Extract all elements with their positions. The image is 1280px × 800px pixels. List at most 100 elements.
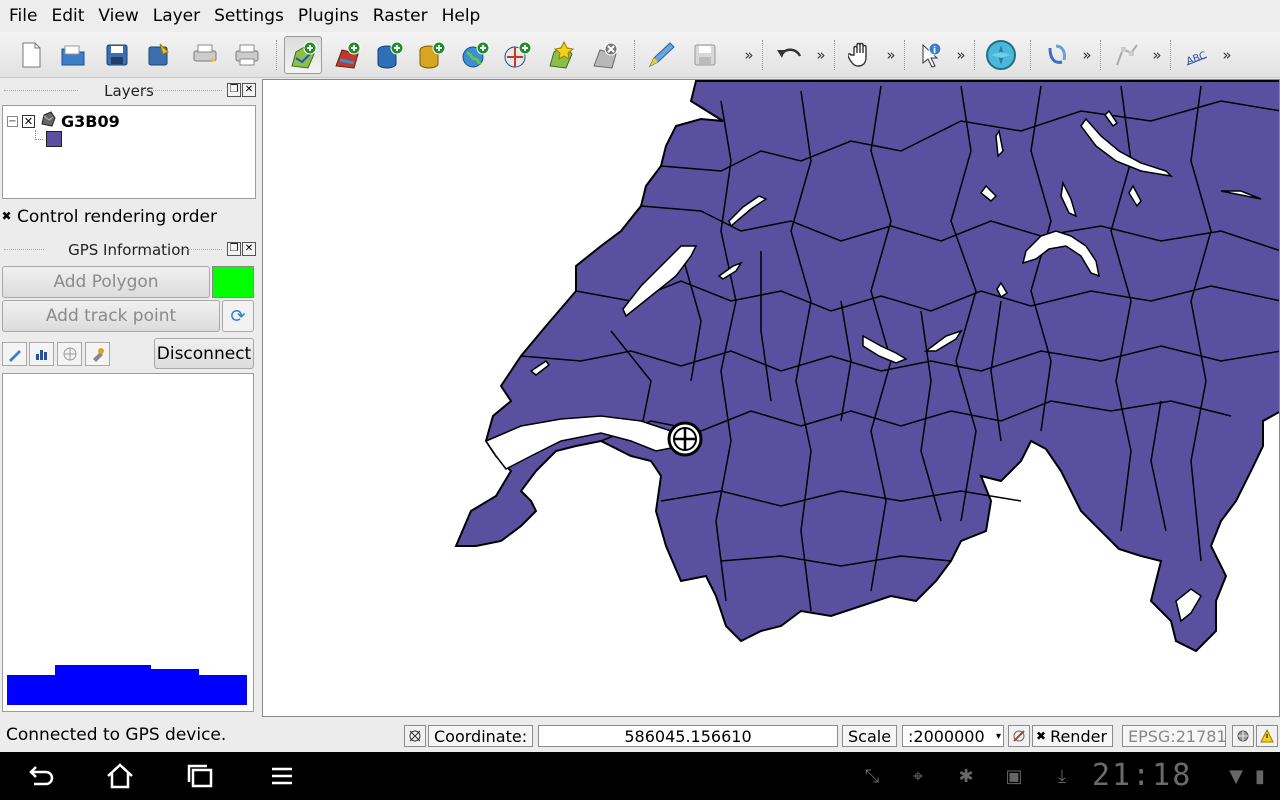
add-polygon-button[interactable]: Add Polygon (2, 266, 210, 298)
node-tool-icon[interactable] (1108, 36, 1146, 74)
control-rendering-order[interactable]: ✖ Control rendering order (0, 207, 217, 227)
python-console-icon[interactable] (1038, 36, 1076, 74)
pan-hand-icon[interactable] (842, 36, 880, 74)
toolbar-separator (1100, 40, 1102, 70)
chevron-down-icon[interactable]: ▾ (996, 731, 1001, 742)
disconnect-button[interactable]: Disconnect (154, 338, 254, 369)
gps-status-icon: ⌖ (912, 765, 924, 787)
collapse-icon[interactable]: − (7, 115, 18, 127)
gps-signal-tab-icon[interactable] (29, 342, 54, 366)
dock-grip (180, 249, 222, 251)
notification-icon: ▣ (1005, 765, 1023, 787)
crs-indicator[interactable]: EPSG:21781 (1122, 725, 1227, 747)
menu-layer[interactable]: Layer (146, 0, 207, 32)
print-icon[interactable] (228, 36, 266, 74)
toolbar-separator (904, 40, 906, 70)
toolbar-more-icon[interactable]: » (1080, 40, 1094, 70)
signal-bar (7, 675, 55, 705)
menu-raster[interactable]: Raster (366, 0, 435, 32)
dock-buttons: ❐ ✕ (227, 242, 256, 256)
close-dock-icon[interactable]: ✕ (242, 242, 256, 256)
render-label: Render (1050, 726, 1108, 746)
labeling-icon[interactable]: ABC (1178, 36, 1216, 74)
remove-layer-icon[interactable] (586, 36, 624, 74)
dock-grip (142, 90, 222, 92)
float-dock-icon[interactable]: ❐ (227, 242, 241, 256)
menu-help[interactable]: Help (435, 0, 488, 32)
toolbar-more-icon[interactable]: » (814, 40, 828, 70)
dock-grip (4, 249, 44, 251)
stop-rendering-icon[interactable] (1008, 725, 1030, 747)
print-composer-icon[interactable] (186, 36, 224, 74)
float-dock-icon[interactable]: ❐ (227, 83, 241, 97)
back-icon[interactable] (20, 760, 60, 792)
undo-icon[interactable] (770, 36, 808, 74)
map-canvas[interactable] (262, 79, 1280, 717)
new-project-icon[interactable] (12, 36, 50, 74)
signal-bar (151, 669, 199, 705)
layers-tree[interactable]: − ✕ G3B09 (2, 105, 256, 199)
toolbar-more-icon[interactable]: » (1220, 40, 1234, 70)
gps-position-tab-icon[interactable] (2, 342, 27, 366)
signal-bar (55, 665, 151, 705)
usb-debug-icon: ✱ (958, 765, 974, 787)
toolbar-more-icon[interactable]: » (954, 40, 968, 70)
warning-icon[interactable] (1256, 725, 1278, 747)
toolbar-separator (1170, 40, 1172, 70)
menu-settings[interactable]: Settings (207, 0, 291, 32)
add-wms-layer-icon[interactable] (456, 36, 494, 74)
home-icon[interactable] (100, 760, 140, 792)
toggle-editing-icon[interactable] (642, 36, 680, 74)
add-postgis-layer-icon[interactable] (370, 36, 408, 74)
recent-apps-icon[interactable] (180, 760, 220, 792)
layer-row[interactable]: − ✕ G3B09 (7, 110, 120, 132)
add-raster-layer-icon[interactable] (328, 36, 366, 74)
dock-buttons: ❐ ✕ (227, 83, 256, 97)
gps-dock-title: GPS Information ❐ ✕ (0, 239, 258, 261)
coordinate-field[interactable]: 586045.156610 (538, 725, 838, 747)
fullscreen-icon: ⤡ (864, 765, 880, 787)
add-track-point-button[interactable]: Add track point (2, 300, 220, 332)
status-message: Connected to GPS device. (6, 725, 227, 745)
layer-visibility-checkbox[interactable]: ✕ (22, 114, 35, 128)
left-dock-panel: Layers ❐ ✕ − ✕ G3B09 ✖ Control rendering… (0, 79, 260, 716)
toolbar-more-icon[interactable]: » (742, 40, 756, 70)
refresh-icon[interactable]: ⟳ (222, 300, 254, 332)
control-rendering-checkbox[interactable]: ✖ (0, 210, 13, 224)
add-wfs-layer-icon[interactable] (498, 36, 536, 74)
gps-compass-icon[interactable] (982, 36, 1020, 74)
save-project-icon[interactable] (98, 36, 136, 74)
menu-bar: File Edit View Layer Settings Plugins Ra… (0, 0, 1280, 32)
toolbar-more-icon[interactable]: » (884, 40, 898, 70)
menu-icon[interactable] (262, 760, 302, 792)
identify-features-icon[interactable]: i (910, 36, 948, 74)
menu-view[interactable]: View (91, 0, 145, 32)
layer-name[interactable]: G3B09 (61, 112, 120, 131)
menu-file[interactable]: File (2, 0, 44, 32)
open-project-icon[interactable] (54, 36, 92, 74)
render-checkbox[interactable]: ✖ (1036, 729, 1046, 743)
menu-plugins[interactable]: Plugins (291, 0, 366, 32)
toolbar-separator (1030, 40, 1032, 70)
close-dock-icon[interactable]: ✕ (242, 83, 256, 97)
add-vector-layer-icon[interactable] (284, 36, 322, 74)
toolbar-more-icon[interactable]: » (1150, 40, 1164, 70)
toolbar-separator (834, 40, 836, 70)
main-toolbar: » » » i » » » ABC » (0, 32, 1280, 78)
save-as-icon[interactable] (140, 36, 178, 74)
switzerland-map (454, 80, 1279, 653)
render-toggle[interactable]: ✖ Render (1032, 725, 1114, 747)
svg-text:ABC: ABC (1185, 50, 1208, 67)
gps-satellites-tab-icon[interactable] (57, 342, 82, 366)
gps-options-tab-icon[interactable] (85, 342, 110, 366)
coordinate-toggle-icon[interactable] (404, 725, 426, 747)
download-icon: ⤓ (1058, 765, 1066, 787)
add-spatialite-layer-icon[interactable] (412, 36, 450, 74)
scale-combobox[interactable]: :2000000 ▾ (902, 725, 1004, 747)
scale-label: Scale (842, 725, 898, 747)
new-vector-layer-icon[interactable] (542, 36, 580, 74)
save-edits-icon[interactable] (686, 36, 724, 74)
menu-edit[interactable]: Edit (44, 0, 91, 32)
polygon-color-swatch[interactable] (212, 266, 254, 298)
projection-icon[interactable] (1232, 725, 1254, 747)
